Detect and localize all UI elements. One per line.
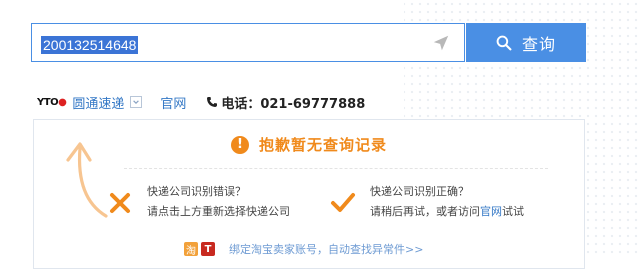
carrier-phone: 电话：021-69777888 xyxy=(221,96,366,112)
right-carrier-title: 快递公司识别正确？ xyxy=(370,185,469,198)
official-site-link[interactable]: 官网 xyxy=(160,93,186,112)
search-button-label: 查询 xyxy=(521,34,556,54)
official-site-inline-link[interactable]: 官网 xyxy=(480,205,502,218)
no-record-notice: ! 抱歉暂无查询记录 xyxy=(34,134,584,155)
check-icon xyxy=(331,193,355,212)
search-icon xyxy=(496,35,512,50)
search-bar: 200132514648 查询 xyxy=(31,23,586,64)
search-button[interactable]: 查询 xyxy=(466,23,586,62)
carrier-name[interactable]: 圆通速递 xyxy=(72,93,124,112)
divider xyxy=(124,168,548,169)
tracking-number-value: 200132514648 xyxy=(41,36,139,54)
warning-icon: ! xyxy=(230,135,249,154)
taobao-bind-row: 淘 T 绑定淘宝卖家账号，自动查找异常件>> xyxy=(184,241,423,257)
result-panel: ! 抱歉暂无查询记录 快递公司识别错误？ 请点击上方重新选择快递公司 快递公司识… xyxy=(33,119,585,269)
chevron-down-icon xyxy=(133,100,140,105)
wrong-carrier-action: 请点击上方重新选择快递公司 xyxy=(147,205,290,218)
carrier-info: YTO● 圆通速递 官网 电话：021-69777888 xyxy=(37,92,365,112)
background-mask-left xyxy=(0,0,24,256)
carrier-logo: YTO● xyxy=(37,96,67,108)
wrong-carrier-tip: 快递公司识别错误？ 请点击上方重新选择快递公司 xyxy=(107,182,290,222)
no-record-text: 抱歉暂无查询记录 xyxy=(258,136,387,154)
location-arrow-icon[interactable] xyxy=(432,34,450,52)
right-carrier-tip: 快递公司识别正确？ 请稍后再试，或者访问官网试试 xyxy=(330,182,524,222)
carrier-dropdown[interactable] xyxy=(130,96,143,108)
cross-icon xyxy=(110,193,130,213)
bind-taobao-link[interactable]: 绑定淘宝卖家账号，自动查找异常件>> xyxy=(229,241,423,257)
right-carrier-action: 请稍后再试，或者访问官网试试 xyxy=(370,205,524,218)
taobao-icon: 淘 xyxy=(184,242,198,257)
tmall-icon: T xyxy=(201,242,215,256)
phone-icon xyxy=(207,97,218,107)
wrong-carrier-title: 快递公司识别错误？ xyxy=(147,185,246,198)
tracking-number-input[interactable]: 200132514648 xyxy=(31,23,465,62)
